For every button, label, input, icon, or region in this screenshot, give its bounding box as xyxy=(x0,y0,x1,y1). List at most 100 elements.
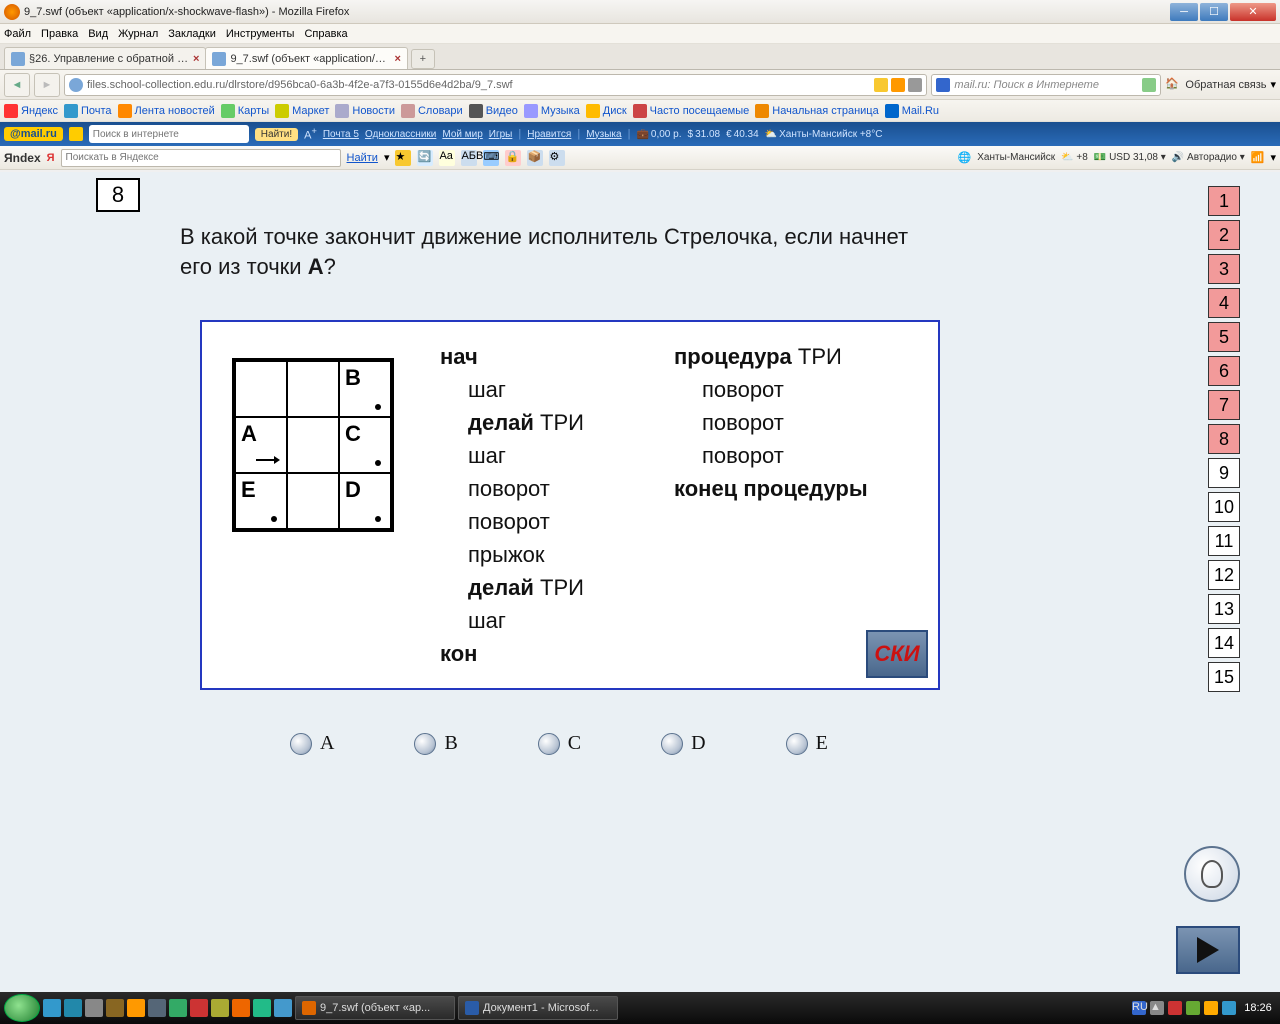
search-engine-icon[interactable] xyxy=(936,78,950,92)
lang-indicator[interactable]: RU xyxy=(1132,1001,1146,1015)
hint-button[interactable] xyxy=(1184,846,1240,902)
mailru-link-nrav[interactable]: Нравится xyxy=(527,129,571,140)
rss-icon[interactable] xyxy=(891,78,905,92)
menu-file[interactable]: Файл xyxy=(4,28,31,40)
nav-q1[interactable]: 1 xyxy=(1208,186,1240,216)
quicklaunch-icon[interactable] xyxy=(274,999,292,1017)
forward-button[interactable]: ► xyxy=(34,73,60,97)
tray-icon[interactable] xyxy=(1204,1001,1218,1015)
radio-icon[interactable] xyxy=(661,733,683,755)
tray-icon[interactable] xyxy=(1168,1001,1182,1015)
option-b[interactable]: B xyxy=(414,732,457,755)
radio-icon[interactable] xyxy=(290,733,312,755)
back-button[interactable]: ◄ xyxy=(4,73,30,97)
window-minimize-button[interactable]: ─ xyxy=(1170,3,1198,21)
nav-q9[interactable]: 9 xyxy=(1208,458,1240,488)
tray-icon[interactable] xyxy=(1222,1001,1236,1015)
search-go-icon[interactable] xyxy=(1142,78,1156,92)
quicklaunch-icon[interactable] xyxy=(127,999,145,1017)
yandex-tool-icon[interactable]: 🔒 xyxy=(505,150,521,166)
tab-2[interactable]: 9_7.swf (объект «application/x-shockwa..… xyxy=(205,47,407,69)
tray-icon[interactable]: ▲ xyxy=(1150,1001,1164,1015)
ski-button[interactable]: СКИ xyxy=(866,630,928,678)
option-e[interactable]: E xyxy=(786,732,828,755)
nav-q4[interactable]: 4 xyxy=(1208,288,1240,318)
quicklaunch-icon[interactable] xyxy=(232,999,250,1017)
yandex-search-input[interactable] xyxy=(66,152,336,163)
bm-mailru[interactable]: Mail.Ru xyxy=(885,104,939,118)
quicklaunch-icon[interactable] xyxy=(148,999,166,1017)
bookmark-star-icon[interactable] xyxy=(874,78,888,92)
bm-karty[interactable]: Карты xyxy=(221,104,269,118)
yandex-tool-icon[interactable]: АБВ xyxy=(461,150,477,166)
mailru-search-input[interactable] xyxy=(93,129,245,140)
search-box[interactable]: mail.ru: Поиск в Интернете xyxy=(931,74,1161,96)
yandex-city[interactable]: Ханты-Мансийск xyxy=(977,152,1055,163)
yandex-find-button[interactable]: Найти xyxy=(347,152,378,164)
clock[interactable]: 18:26 xyxy=(1240,1002,1276,1014)
start-button[interactable] xyxy=(4,994,40,1022)
new-tab-button[interactable]: + xyxy=(411,49,435,69)
yandex-audio[interactable]: 🔊 Авторадио ▾ xyxy=(1172,152,1245,163)
radio-icon[interactable] xyxy=(414,733,436,755)
bm-yandex[interactable]: Яндекс xyxy=(4,104,58,118)
option-a[interactable]: A xyxy=(290,732,334,755)
nav-q6[interactable]: 6 xyxy=(1208,356,1240,386)
url-bar[interactable]: files.school-collection.edu.ru/dlrstore/… xyxy=(64,74,927,96)
bm-novosti[interactable]: Новости xyxy=(335,104,395,118)
nav-q2[interactable]: 2 xyxy=(1208,220,1240,250)
window-close-button[interactable]: ✕ xyxy=(1230,3,1276,21)
dropdown-icon[interactable] xyxy=(908,78,922,92)
home-button[interactable]: 🏠 xyxy=(1165,77,1181,93)
taskbar-task-firefox[interactable]: 9_7.swf (объект «ap... xyxy=(295,996,455,1020)
bm-chasto[interactable]: Часто посещаемые xyxy=(633,104,750,118)
quicklaunch-icon[interactable] xyxy=(64,999,82,1017)
nav-q3[interactable]: 3 xyxy=(1208,254,1240,284)
window-maximize-button[interactable]: ☐ xyxy=(1200,3,1228,21)
nav-q11[interactable]: 11 xyxy=(1208,526,1240,556)
mailru-logo[interactable]: @mail.ru xyxy=(4,127,63,141)
mailru-link-odno[interactable]: Одноклассники xyxy=(365,129,436,140)
nav-q13[interactable]: 13 xyxy=(1208,594,1240,624)
option-d[interactable]: D xyxy=(661,732,705,755)
nav-q10[interactable]: 10 xyxy=(1208,492,1240,522)
quicklaunch-icon[interactable] xyxy=(106,999,124,1017)
feedback-link[interactable]: Обратная связь xyxy=(1185,79,1266,91)
taskbar-task-word[interactable]: Документ1 - Microsof... xyxy=(458,996,618,1020)
menu-help[interactable]: Справка xyxy=(304,28,347,40)
bm-muzyka[interactable]: Музыка xyxy=(524,104,580,118)
bm-market[interactable]: Маркет xyxy=(275,104,329,118)
bm-slovari[interactable]: Словари xyxy=(401,104,463,118)
nav-q7[interactable]: 7 xyxy=(1208,390,1240,420)
dropdown-icon[interactable]: ▾ xyxy=(384,151,390,164)
bm-lenta[interactable]: Лента новостей xyxy=(118,104,215,118)
tab-close-icon[interactable]: × xyxy=(394,53,400,65)
next-button[interactable] xyxy=(1176,926,1240,974)
nav-q15[interactable]: 15 xyxy=(1208,662,1240,692)
yandex-tool-icon[interactable]: ⚙ xyxy=(549,150,565,166)
tab-1[interactable]: §26. Управление с обратной связью × xyxy=(4,47,206,69)
nav-q8[interactable]: 8 xyxy=(1208,424,1240,454)
radio-icon[interactable] xyxy=(538,733,560,755)
nav-q14[interactable]: 14 xyxy=(1208,628,1240,658)
yandex-tool-icon[interactable]: ★ xyxy=(395,150,411,166)
radio-icon[interactable] xyxy=(786,733,808,755)
mailru-link-igry[interactable]: Игры xyxy=(489,129,513,140)
quicklaunch-icon[interactable] xyxy=(211,999,229,1017)
nav-q12[interactable]: 12 xyxy=(1208,560,1240,590)
menu-history[interactable]: Журнал xyxy=(118,28,158,40)
feedback-dropdown-icon[interactable]: ▾ xyxy=(1270,78,1276,91)
quicklaunch-icon[interactable] xyxy=(43,999,61,1017)
menu-view[interactable]: Вид xyxy=(88,28,108,40)
quicklaunch-icon[interactable] xyxy=(169,999,187,1017)
yandex-tool-icon[interactable]: Aа xyxy=(439,150,455,166)
dropdown-icon[interactable]: ▾ xyxy=(1270,151,1276,164)
bm-pochta[interactable]: Почта xyxy=(64,104,112,118)
yandex-tool-icon[interactable]: 🔄 xyxy=(417,150,433,166)
yandex-search[interactable] xyxy=(61,149,341,167)
mailru-find-button[interactable]: Найти! xyxy=(255,128,298,141)
bm-disk[interactable]: Диск xyxy=(586,104,627,118)
menu-edit[interactable]: Правка xyxy=(41,28,78,40)
yandex-tool-icon[interactable]: ⌨ xyxy=(483,150,499,166)
tray-icon[interactable] xyxy=(1186,1001,1200,1015)
